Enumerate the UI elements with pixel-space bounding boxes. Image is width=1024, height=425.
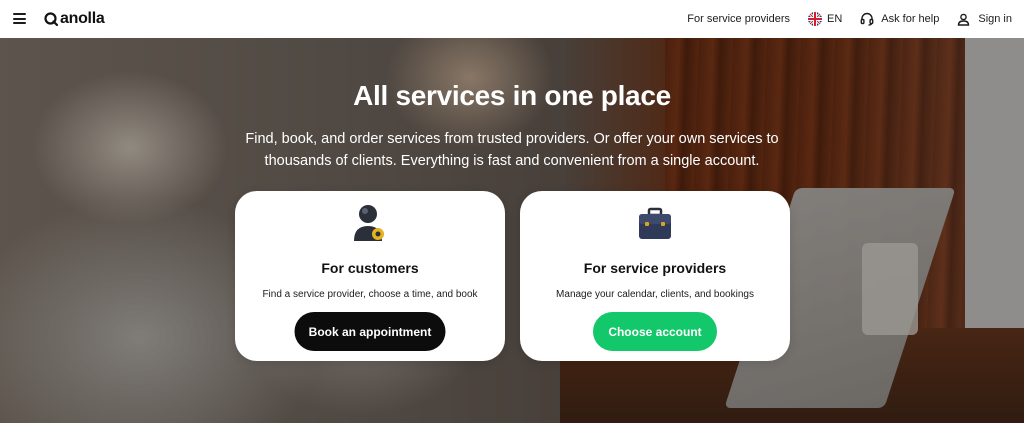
hero-title: All services in one place <box>353 80 671 111</box>
hamburger-menu-icon[interactable] <box>13 13 26 24</box>
top-header: anolla For service providers EN Ask for … <box>0 0 1024 38</box>
brand-logo[interactable]: anolla <box>44 10 105 28</box>
top-nav: For service providers EN Ask for help Si… <box>687 0 1012 38</box>
customers-card: For customers Find a service provider, c… <box>235 191 505 361</box>
hero-subtitle: Find, book, and order services from trus… <box>245 131 779 169</box>
language-label: EN <box>826 13 843 25</box>
logo-q-icon <box>44 12 58 26</box>
providers-card-description: Manage your calendar, clients, and booki… <box>556 289 754 300</box>
customers-card-description: Find a service provider, choose a time, … <box>262 289 478 300</box>
providers-card: For service providers Manage your calend… <box>520 191 790 361</box>
hero-section: All services in one place Find, book, an… <box>0 38 1024 423</box>
briefcase-icon <box>639 207 671 239</box>
customers-card-title: For customers <box>321 260 419 276</box>
ask-for-help-link[interactable]: Ask for help <box>860 12 939 26</box>
sign-in-link[interactable]: Sign in <box>957 13 1012 26</box>
choose-account-button[interactable]: Choose account <box>593 312 717 351</box>
headset-icon <box>860 12 874 26</box>
book-appointment-button[interactable]: Book an appointment <box>294 312 446 351</box>
nav-for-service-providers[interactable]: For service providers <box>687 13 790 25</box>
user-icon <box>958 13 970 26</box>
user-avatar-icon <box>354 205 384 241</box>
uk-flag-icon <box>807 12 822 26</box>
ask-for-help-label: Ask for help <box>881 13 940 25</box>
language-switcher[interactable]: EN <box>807 12 843 26</box>
brand-name: anolla <box>60 10 105 27</box>
providers-card-title: For service providers <box>583 260 727 276</box>
sign-in-label: Sign in <box>978 13 1012 25</box>
